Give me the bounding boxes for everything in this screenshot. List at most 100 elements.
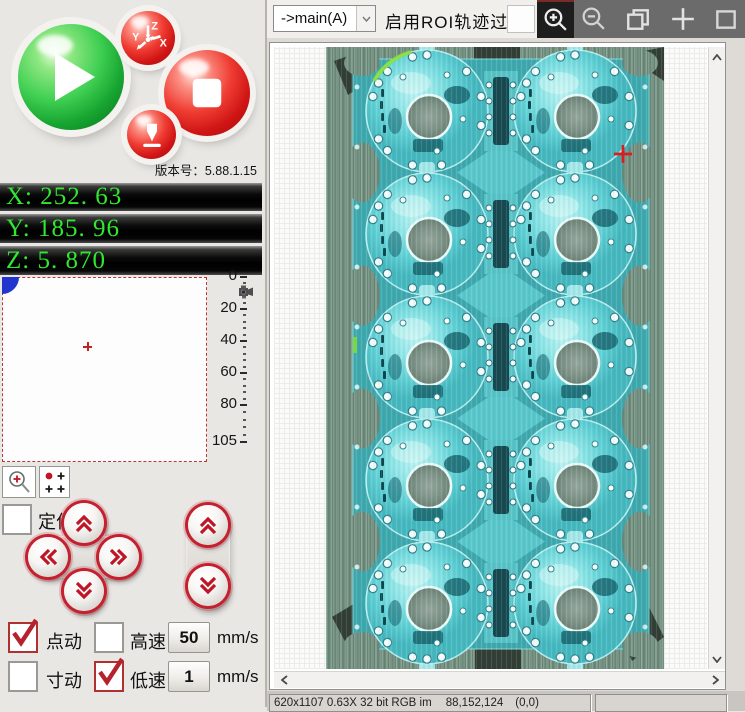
double-chevron-left-icon — [36, 545, 60, 569]
positioning-checkbox[interactable] — [2, 504, 32, 535]
rectangle-icon — [713, 6, 739, 32]
coordinate-x-value: X: 252. 63 — [0, 183, 122, 211]
low-speed-label: 低速 — [130, 667, 166, 693]
coordinate-y-value: Y: 185. 96 — [0, 215, 120, 243]
gloss-highlight — [136, 115, 153, 125]
fit-view-icon — [625, 6, 651, 32]
pixel-rgb-value: 88,152,124 — [446, 697, 504, 709]
camera-icon — [238, 285, 255, 300]
stop-button[interactable] — [164, 50, 250, 136]
ruler-minor-tick — [243, 434, 246, 436]
program-select[interactable]: ->main(A) — [273, 5, 376, 32]
check-icon — [8, 616, 40, 650]
high-speed-checkbox[interactable] — [94, 622, 124, 653]
scroll-right-arrow[interactable] — [707, 672, 723, 688]
ruler-minor-tick — [243, 289, 246, 291]
scroll-up-arrow[interactable] — [709, 49, 725, 65]
ruler-minor-tick — [243, 314, 246, 316]
ruler-label: 105 — [210, 432, 237, 449]
crosshair-button[interactable] — [664, 0, 701, 38]
coordinate-x: X: 252. 63 — [0, 183, 262, 211]
check-icon — [94, 655, 126, 689]
ruler-minor-tick — [243, 419, 246, 421]
low-speed-input[interactable]: 1 — [168, 661, 210, 692]
scroll-left-arrow[interactable] — [276, 672, 292, 688]
gloss-highlight — [179, 59, 208, 76]
ruler-minor-tick — [243, 302, 246, 304]
zoom-out-icon — [580, 6, 607, 33]
svg-text:Z: Z — [151, 21, 158, 33]
ruler-label: 80 — [210, 395, 237, 412]
jog-mode-label: 点动 — [46, 628, 82, 654]
ruler-minor-tick — [243, 359, 246, 361]
zoom-tool-button[interactable] — [2, 466, 36, 498]
horizontal-scrollbar[interactable] — [274, 671, 725, 688]
ruler-tick — [240, 441, 247, 443]
jog-right-button[interactable] — [99, 537, 139, 577]
ruler-tick — [240, 404, 247, 406]
zoom-out-button[interactable] — [574, 0, 611, 38]
ruler-minor-tick — [243, 385, 246, 387]
jog-left-button[interactable] — [28, 537, 68, 577]
inch-mode-label: 寸动 — [46, 667, 82, 693]
double-chevron-down-icon — [72, 579, 96, 603]
image-toolbar — [537, 0, 745, 38]
image-info-cell: 620x1107 0.63X 32 bit RGB im 88,152,124 … — [269, 694, 591, 712]
chevron-down-icon — [356, 6, 375, 31]
position-marker-icon — [83, 342, 92, 351]
inch-mode-checkbox[interactable] — [8, 661, 38, 692]
jog-up-button[interactable] — [64, 503, 104, 543]
control-panel: Z X Y 版本号：5.88.1.15 X: 252. 63 Y: 185. 9… — [0, 0, 267, 707]
tool-down-button[interactable] — [127, 110, 176, 159]
version-label: 版本号：5.88.1.15 — [145, 160, 257, 179]
jog-mode-checkbox[interactable] — [8, 622, 38, 653]
ruler-label: 0 — [210, 267, 237, 284]
corner-flag-icon — [2, 277, 22, 297]
axis-origin-button[interactable]: Z X Y — [121, 11, 175, 65]
position-preview-panel[interactable] — [2, 277, 207, 462]
ruler-minor-tick — [243, 321, 246, 323]
ruler-minor-tick — [243, 295, 246, 297]
ruler-minor-tick — [243, 378, 246, 380]
ruler-tick — [240, 372, 247, 374]
fit-view-button[interactable] — [619, 0, 656, 38]
play-button[interactable] — [18, 24, 124, 130]
ruler-label: 60 — [210, 363, 237, 380]
calibration-points-button[interactable] — [39, 466, 70, 498]
speed-unit-label: mm/s — [217, 667, 259, 687]
zoom-in-button[interactable] — [537, 0, 574, 38]
stop-icon — [188, 74, 226, 112]
crosshair-icon — [670, 6, 696, 32]
ruler-minor-tick — [243, 398, 246, 400]
image-viewport[interactable] — [274, 47, 707, 669]
zoom-in-icon — [542, 7, 569, 34]
roi-filter-checkbox[interactable] — [507, 5, 535, 33]
ruler-minor-tick — [243, 346, 246, 348]
jog-down-button[interactable] — [64, 571, 104, 611]
ruler-tick — [240, 308, 247, 310]
vertical-scrollbar[interactable] — [708, 47, 725, 669]
coordinate-z-value: Z: 5. 870 — [0, 247, 106, 275]
ruler: 020406080105 — [210, 268, 265, 478]
high-speed-input[interactable]: 50 — [168, 622, 210, 653]
svg-text:X: X — [160, 37, 168, 49]
z-down-button[interactable] — [188, 566, 228, 606]
double-chevron-up-icon — [196, 513, 220, 537]
image-viewer-frame — [269, 42, 726, 690]
ruler-minor-tick — [243, 411, 246, 413]
top-bar: ->main(A) 启用ROI轨迹过滤 — [267, 0, 745, 38]
roi-filter-label: 启用ROI轨迹过滤 — [385, 8, 526, 33]
status-extra-cell — [595, 694, 727, 712]
speed-unit-label: mm/s — [217, 628, 259, 648]
scroll-down-arrow[interactable] — [709, 651, 725, 667]
status-bar: 620x1107 0.63X 32 bit RGB im 88,152,124 … — [267, 691, 745, 711]
rect-select-button[interactable] — [708, 0, 745, 38]
image-info: 620x1107 0.63X 32 bit RGB im — [274, 697, 432, 709]
ruler-tick — [240, 340, 247, 342]
gloss-highlight — [37, 35, 73, 56]
ruler-label: 40 — [210, 331, 237, 348]
ruler-minor-tick — [243, 353, 246, 355]
pcb-camera-image[interactable] — [326, 47, 664, 669]
z-up-button[interactable] — [188, 505, 228, 545]
low-speed-checkbox[interactable] — [94, 661, 124, 692]
